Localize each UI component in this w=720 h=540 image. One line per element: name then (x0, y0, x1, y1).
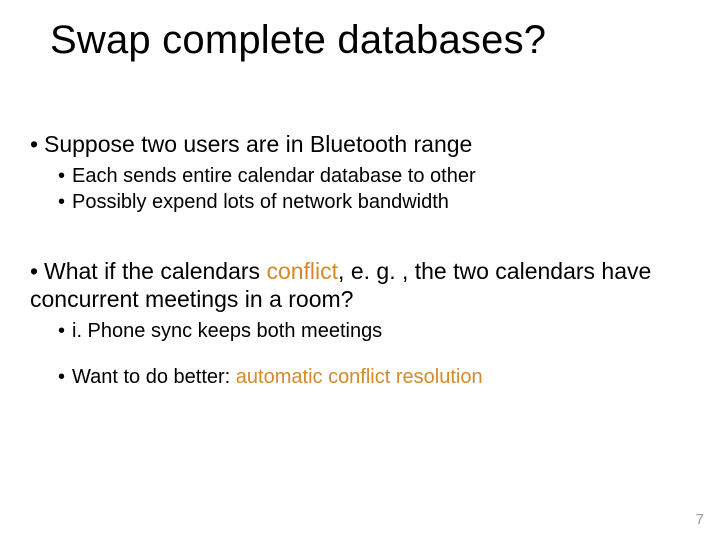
bullet-text: i. Phone sync keeps both meetings (72, 320, 382, 342)
bullet-level2: •Possibly expend lots of network bandwid… (58, 190, 690, 214)
highlight-acr: automatic conflict resolution (236, 366, 483, 388)
bullet-dot-icon: • (58, 319, 72, 343)
slide-body: •Suppose two users are in Bluetooth rang… (30, 130, 690, 392)
bullet-level2: •i. Phone sync keeps both meetings (58, 319, 690, 343)
bullet-text-pre: What if the calendars (44, 258, 266, 284)
bullet-dot-icon: • (58, 365, 72, 389)
bullet-text: Suppose two users are in Bluetooth range (44, 131, 472, 157)
bullet-level2: •Each sends entire calendar database to … (58, 164, 690, 188)
bullet-dot-icon: • (58, 164, 72, 188)
bullet-level1: •What if the calendars conflict, e. g. ,… (30, 257, 690, 313)
highlight-conflict: conflict (266, 258, 338, 284)
bullet-dot-icon: • (58, 190, 72, 214)
bullet-text: Each sends entire calendar database to o… (72, 165, 476, 187)
slide: Swap complete databases? •Suppose two us… (0, 0, 720, 540)
bullet-text: Possibly expend lots of network bandwidt… (72, 191, 449, 213)
bullet-dot-icon: • (30, 130, 44, 158)
bullet-text-pre: Want to do better: (72, 366, 236, 388)
page-number: 7 (696, 511, 704, 528)
slide-title: Swap complete databases? (50, 18, 546, 63)
bullet-dot-icon: • (30, 257, 44, 285)
bullet-level2: •Want to do better: automatic conflict r… (58, 365, 690, 389)
bullet-level1: •Suppose two users are in Bluetooth rang… (30, 130, 690, 158)
